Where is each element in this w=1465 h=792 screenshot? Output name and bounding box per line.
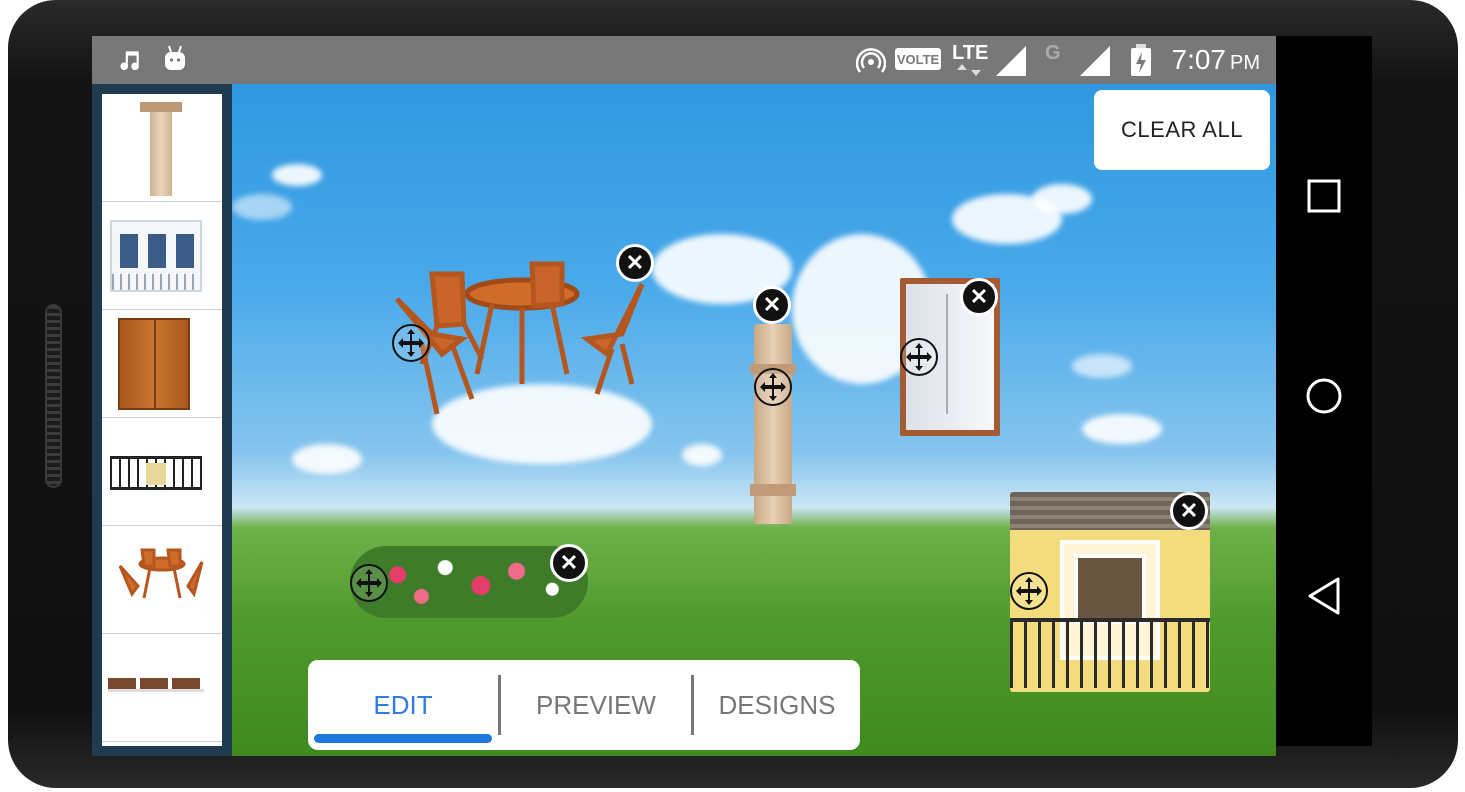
- remove-balcony-button[interactable]: ✕: [1170, 492, 1208, 530]
- cloud: [1072, 354, 1132, 378]
- hotspot-icon: [856, 48, 886, 73]
- cloud: [682, 444, 722, 466]
- move-balcony-handle[interactable]: [1010, 572, 1048, 610]
- tab-preview-label: PREVIEW: [536, 689, 656, 720]
- pillar-image: [150, 104, 172, 196]
- move-pillar-handle[interactable]: [754, 368, 792, 406]
- window-glass: [1074, 554, 1146, 624]
- window-pane: [176, 234, 194, 268]
- patio-furniture-image: [395, 261, 645, 415]
- clock: 7:07 PM: [1172, 44, 1261, 76]
- cloud: [1082, 414, 1162, 444]
- move-arrows-icon: [760, 373, 786, 401]
- cloud: [272, 164, 322, 186]
- window-balcony-thumbnail[interactable]: [102, 202, 222, 310]
- tab-designs-label: DESIGNS: [718, 689, 836, 720]
- door-split: [154, 320, 156, 408]
- door-image: [118, 318, 190, 410]
- design-canvas[interactable]: ✕ ✕ ✕ ✕ ✕: [232, 84, 1276, 756]
- patio-furniture-thumbnail[interactable]: [102, 526, 222, 634]
- speaker-grille: [45, 304, 62, 488]
- move-arrows-icon: [398, 329, 424, 357]
- clock-time: 7:07: [1171, 44, 1227, 75]
- remove-pillar-button[interactable]: ✕: [753, 286, 791, 324]
- pillar-capital: [140, 102, 182, 112]
- recent-apps-icon[interactable]: [1306, 178, 1342, 214]
- railing-image: [110, 456, 202, 490]
- window-pane: [120, 234, 138, 268]
- move-door-handle[interactable]: [900, 338, 938, 376]
- move-flowers-handle[interactable]: [350, 564, 388, 602]
- wall-trim-thumbnail[interactable]: [102, 634, 222, 742]
- patio-furniture[interactable]: [392, 254, 652, 424]
- navigation-bar: [1276, 36, 1372, 746]
- g-network-icon: G: [1045, 42, 1061, 64]
- signal-icon: [996, 46, 1026, 76]
- thumbnail-list[interactable]: [102, 94, 222, 746]
- status-bar: VOLTE LTE G 7:07 PM: [92, 36, 1276, 84]
- cloud: [1032, 184, 1092, 214]
- cloud: [232, 194, 292, 220]
- battery-charging-icon: [1131, 44, 1151, 76]
- clear-all-button[interactable]: CLEAR ALL: [1094, 90, 1270, 170]
- remove-furniture-button[interactable]: ✕: [616, 244, 654, 282]
- move-arrows-icon: [1016, 577, 1042, 605]
- balcony-rail: [112, 274, 200, 290]
- move-arrows-icon: [906, 343, 932, 371]
- balcony-railing: [1010, 618, 1210, 688]
- tab-preview[interactable]: PREVIEW: [501, 660, 691, 750]
- remove-door-button[interactable]: ✕: [960, 278, 998, 316]
- tab-designs[interactable]: DESIGNS: [694, 660, 860, 750]
- furniture-image: [118, 548, 204, 599]
- window-balcony-image: [110, 220, 202, 292]
- clock-ampm: PM: [1230, 52, 1260, 74]
- move-arrows-icon: [356, 569, 382, 597]
- railing-thumbnail[interactable]: [102, 418, 222, 526]
- railing-panel: [146, 463, 166, 485]
- active-tab-indicator: [314, 734, 492, 743]
- volte-icon: VOLTE: [895, 48, 941, 70]
- android-icon: [165, 45, 185, 70]
- home-icon[interactable]: [1304, 376, 1344, 416]
- move-furniture-handle[interactable]: [392, 324, 430, 362]
- music-note-icon: [120, 51, 139, 71]
- wall-trim-image: [108, 678, 204, 692]
- pillar-thumbnail[interactable]: [102, 94, 222, 202]
- tab-edit-label: EDIT: [373, 689, 433, 720]
- cloud: [292, 444, 362, 474]
- window-pane: [148, 234, 166, 268]
- back-icon[interactable]: [1306, 576, 1342, 616]
- app-screen: VOLTE LTE G 7:07 PM ✕ ✕ ✕ ✕ ✕ CLEAR ALL …: [92, 36, 1276, 756]
- remove-flowers-button[interactable]: ✕: [550, 544, 588, 582]
- pillar-ring: [750, 484, 796, 496]
- signal-icon-2: [1080, 46, 1110, 76]
- wooden-door-thumbnail[interactable]: [102, 310, 222, 418]
- mode-tabs: EDIT PREVIEW DESIGNS: [308, 660, 860, 750]
- data-arrows-icon: [957, 64, 981, 76]
- item-sidebar: [92, 84, 232, 756]
- lte-icon: LTE: [952, 42, 989, 64]
- wooden-pillar[interactable]: [750, 324, 796, 524]
